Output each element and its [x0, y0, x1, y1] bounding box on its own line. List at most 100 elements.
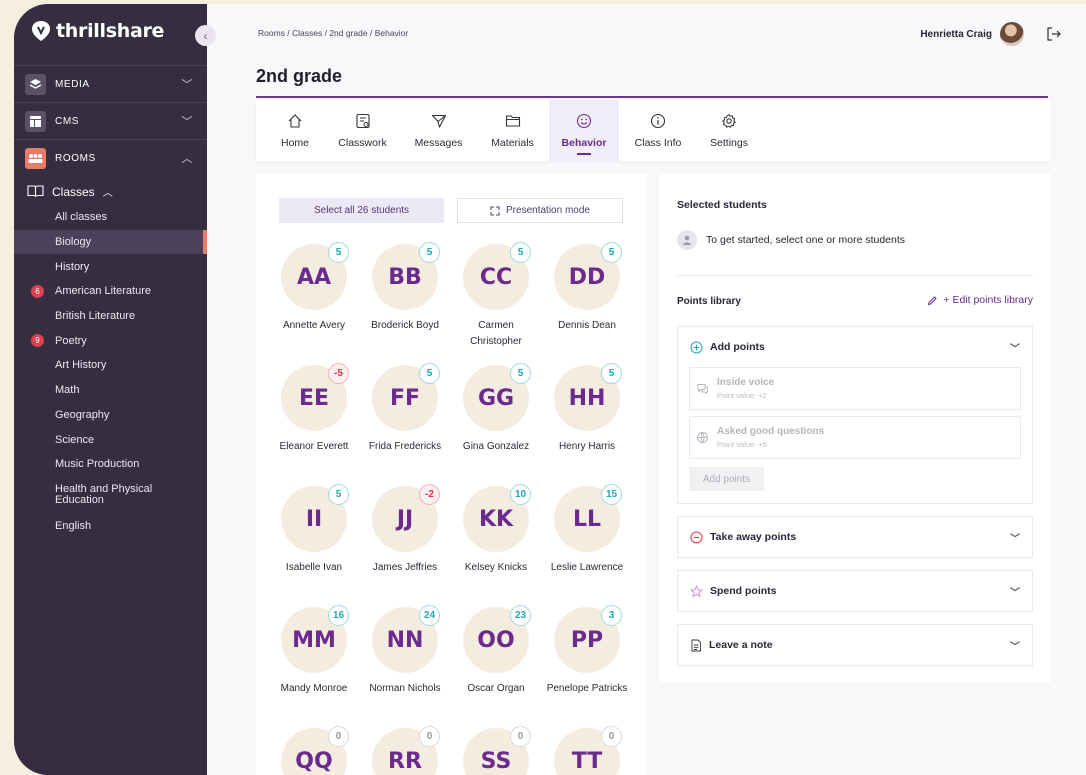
selected-students-title: Selected students	[677, 199, 767, 211]
student-card[interactable]: TT 0	[544, 726, 630, 775]
section-label: ROOMS	[55, 152, 96, 164]
select-all-button[interactable]: Select all 26 students	[279, 198, 444, 223]
point-item[interactable]: Asked good questions Point value: +5	[689, 416, 1021, 459]
sidebar-item-science[interactable]: Science	[14, 427, 207, 452]
student-initials: EE	[298, 385, 330, 411]
logo[interactable]: thrillshare	[32, 20, 164, 42]
student-initials: NN	[386, 627, 424, 653]
student-card[interactable]: CC 5 Carmen Christopher	[453, 242, 539, 349]
points-badge: 24	[419, 605, 440, 626]
points-badge: 15	[601, 484, 622, 505]
spend-points-header[interactable]: Spend points ﹀	[678, 571, 1032, 611]
logout-icon[interactable]	[1046, 26, 1062, 42]
pencil-icon	[928, 295, 938, 305]
sidebar-section-cms[interactable]: CMS ﹀	[14, 102, 207, 139]
sidebar-item-poetry[interactable]: 9 Poetry	[14, 328, 207, 353]
take-away-points-section[interactable]: Take away points ﹀	[677, 516, 1033, 558]
take-away-points-header[interactable]: Take away points ﹀	[678, 517, 1032, 557]
notification-badge: 9	[31, 334, 44, 348]
student-initials: SS	[480, 748, 512, 774]
tab-home[interactable]: Home	[266, 100, 324, 161]
student-initials: KK	[478, 506, 514, 532]
sidebar-item-health-pe[interactable]: Health and Physical Education	[14, 477, 207, 514]
class-list: All classes Biology History 6 American Li…	[14, 205, 207, 538]
student-card[interactable]: SS 0	[453, 726, 539, 775]
student-card[interactable]: PP 3 Penelope Patricks	[544, 605, 630, 697]
spend-points-section[interactable]: Spend points ﹀	[677, 570, 1033, 612]
student-card[interactable]: JJ -2 James Jeffries	[362, 484, 448, 576]
sidebar-section-media[interactable]: MEDIA ﹀	[14, 65, 207, 102]
student-name: Leslie Lawrence	[550, 562, 624, 573]
gear-icon	[722, 113, 736, 128]
minus-circle-icon	[690, 531, 703, 543]
student-card[interactable]: MM 16 Mandy Monroe	[271, 605, 357, 697]
student-initials: HH	[568, 385, 606, 411]
student-card[interactable]: EE -5 Eleanor Everett	[271, 363, 357, 455]
sidebar-item-art-history[interactable]: Art History	[14, 353, 207, 378]
sidebar-item-all-classes[interactable]: All classes	[14, 205, 207, 230]
points-badge: 5	[328, 484, 349, 505]
user-menu[interactable]: Henrietta Craig	[920, 22, 1024, 46]
tab-messages[interactable]: Messages	[401, 100, 476, 161]
add-points-header[interactable]: Add points ﹀	[678, 327, 1032, 367]
tab-materials[interactable]: Materials	[477, 100, 548, 161]
sidebar-item-math[interactable]: Math	[14, 378, 207, 403]
student-card[interactable]: OO 23 Oscar Organ	[453, 605, 539, 697]
student-name: Gina Gonzalez	[462, 441, 530, 452]
student-card[interactable]: GG 5 Gina Gonzalez	[453, 363, 539, 455]
student-avatar: BB 5	[372, 242, 440, 310]
add-points-button[interactable]: Add points	[689, 467, 764, 491]
student-card[interactable]: QQ 0	[271, 726, 357, 775]
section-label: MEDIA	[55, 78, 90, 90]
student-name: Mandy Monroe	[280, 683, 348, 694]
tab-classwork[interactable]: Classwork	[325, 100, 400, 161]
student-card[interactable]: II 5 Isabelle Ivan	[271, 484, 357, 576]
tab-behavior[interactable]: Behavior	[549, 100, 619, 161]
classes-header[interactable]: Classes ︿	[27, 184, 113, 199]
classes-label: Classes	[52, 184, 95, 199]
student-card[interactable]: AA 5 Annette Avery	[271, 242, 357, 334]
note-icon	[691, 639, 701, 651]
student-card[interactable]: RR 0	[362, 726, 448, 775]
student-card[interactable]: NN 24 Norman Nichols	[362, 605, 448, 697]
edit-points-library-button[interactable]: + Edit points library	[927, 294, 1033, 306]
student-card[interactable]: HH 5 Henry Harris	[544, 363, 630, 455]
point-item[interactable]: Inside voice Point value: +2	[689, 367, 1021, 410]
student-avatar: JJ -2	[372, 484, 440, 552]
chevron-up-icon: ︿	[181, 153, 193, 165]
student-name: Carmen Christopher	[470, 320, 522, 347]
student-name: Eleanor Everett	[279, 441, 349, 452]
student-initials: JJ	[396, 506, 414, 532]
chevron-down-icon: ﹀	[1010, 587, 1020, 599]
student-card[interactable]: LL 15 Leslie Lawrence	[544, 484, 630, 576]
student-name: James Jeffries	[372, 562, 438, 573]
presentation-mode-button[interactable]: Presentation mode	[457, 198, 623, 223]
sidebar-section-rooms[interactable]: ROOMS ︿	[14, 139, 207, 176]
breadcrumb[interactable]: Rooms / Classes / 2nd grade / Behavior	[258, 28, 408, 38]
student-name: Isabelle Ivan	[285, 562, 343, 573]
student-name: Oscar Organ	[467, 683, 525, 694]
collapse-sidebar-button[interactable]: ‹	[195, 25, 216, 46]
sidebar-item-geography[interactable]: Geography	[14, 403, 207, 428]
sidebar-item-history[interactable]: History	[14, 254, 207, 279]
sidebar-item-biology[interactable]: Biology	[14, 229, 207, 255]
sidebar-item-american-literature[interactable]: 6 American Literature	[14, 279, 207, 304]
student-card[interactable]: BB 5 Broderick Boyd	[362, 242, 448, 334]
student-card[interactable]: KK 10 Kelsey Knicks	[453, 484, 539, 576]
leave-note-section[interactable]: Leave a note ﹀	[677, 624, 1033, 666]
student-card[interactable]: DD 5 Dennis Dean	[544, 242, 630, 334]
layout-icon	[25, 110, 46, 132]
sidebar-item-english[interactable]: English	[14, 514, 207, 539]
student-avatar: HH 5	[554, 363, 622, 431]
points-badge: 5	[328, 242, 349, 263]
sidebar-item-music-production[interactable]: Music Production	[14, 452, 207, 477]
leave-note-header[interactable]: Leave a note ﹀	[678, 625, 1032, 665]
tab-class-info[interactable]: Class Info	[620, 100, 696, 161]
folder-icon	[505, 114, 520, 127]
student-card[interactable]: FF 5 Frida Fredericks	[362, 363, 448, 455]
add-points-section: Add points ﹀ Inside voice Point value: +2…	[677, 326, 1033, 504]
tab-settings[interactable]: Settings	[697, 100, 761, 161]
divider	[677, 275, 1033, 276]
student-name: Frida Fredericks	[368, 441, 442, 452]
sidebar-item-british-literature[interactable]: British Literature	[14, 304, 207, 329]
